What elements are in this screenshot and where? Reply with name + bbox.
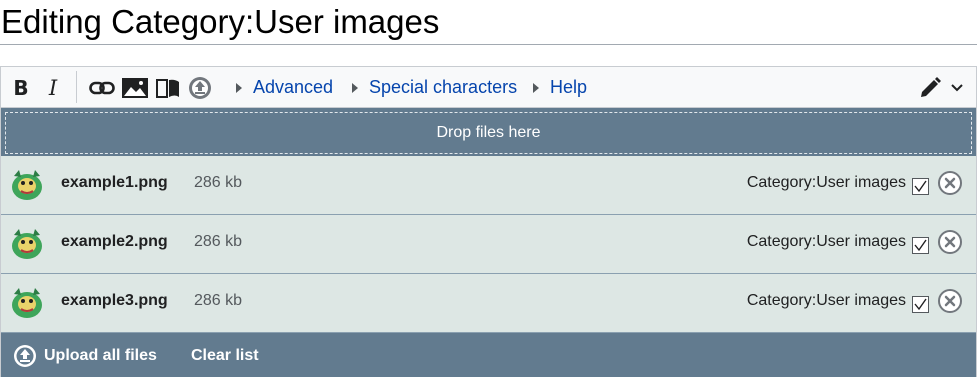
file-size: 286 kb bbox=[194, 174, 243, 191]
file-row: example3.png 286 kb Category:User images bbox=[1, 274, 976, 333]
category-checkbox[interactable] bbox=[912, 178, 929, 195]
upload-icon bbox=[14, 344, 36, 367]
file-size: 286 kb bbox=[194, 292, 243, 309]
file-row: example1.png 286 kb Category:User images bbox=[1, 156, 976, 215]
link-icon bbox=[89, 81, 115, 94]
upload-all-button[interactable]: Upload all files bbox=[13, 333, 157, 377]
file-thumbnail-icon bbox=[12, 170, 42, 200]
chevron-down-icon bbox=[951, 83, 963, 91]
drop-zone-label: Drop files here bbox=[5, 112, 972, 154]
checkmark-icon bbox=[914, 298, 927, 311]
editor-toolbar: B I Advanced Special characters Help bbox=[1, 67, 976, 108]
category-checkbox[interactable] bbox=[912, 237, 929, 254]
page-title: Editing Category:User images bbox=[0, 0, 977, 45]
remove-file-icon[interactable] bbox=[937, 229, 963, 255]
toolbar-divider bbox=[76, 71, 77, 103]
checkmark-icon bbox=[914, 180, 927, 193]
editing-mode-dropdown[interactable] bbox=[915, 67, 967, 108]
advanced-label: Advanced bbox=[253, 77, 334, 97]
image-button[interactable] bbox=[121, 67, 149, 108]
file-name: example1.png bbox=[61, 174, 168, 191]
upload-footer: Upload all files Clear list bbox=[1, 333, 976, 377]
pencil-icon bbox=[921, 76, 941, 97]
special-characters-toggle[interactable]: Special characters bbox=[352, 67, 517, 108]
help-label: Help bbox=[550, 77, 588, 97]
advanced-toggle[interactable]: Advanced bbox=[236, 67, 333, 108]
book-icon bbox=[156, 78, 179, 98]
file-category: Category:User images bbox=[746, 174, 906, 191]
remove-file-icon[interactable] bbox=[937, 288, 963, 314]
special-characters-label: Special characters bbox=[369, 77, 518, 97]
upload-all-label: Upload all files bbox=[44, 346, 157, 364]
help-toggle[interactable]: Help bbox=[533, 67, 587, 108]
bold-button[interactable]: B bbox=[9, 67, 33, 108]
expand-triangle-icon bbox=[236, 82, 242, 93]
book-button[interactable] bbox=[154, 67, 182, 108]
category-checkbox[interactable] bbox=[912, 296, 929, 313]
file-thumbnail-icon bbox=[12, 288, 42, 318]
expand-triangle-icon bbox=[533, 82, 539, 93]
drop-zone[interactable]: Drop files here bbox=[1, 108, 976, 156]
upload-icon bbox=[189, 76, 211, 99]
file-thumbnail-icon bbox=[12, 229, 42, 259]
image-icon bbox=[122, 77, 148, 98]
italic-button[interactable]: I bbox=[41, 67, 65, 108]
file-name: example3.png bbox=[61, 292, 168, 309]
file-row: example2.png 286 kb Category:User images bbox=[1, 215, 976, 274]
file-size: 286 kb bbox=[194, 233, 243, 250]
upload-button[interactable] bbox=[186, 67, 214, 108]
checkmark-icon bbox=[914, 239, 927, 252]
remove-file-icon[interactable] bbox=[937, 170, 963, 196]
file-name: example2.png bbox=[61, 233, 168, 250]
clear-list-button[interactable]: Clear list bbox=[191, 333, 259, 377]
upload-editor: B I Advanced Special characters Help Dro… bbox=[0, 66, 977, 377]
link-button[interactable] bbox=[87, 67, 117, 108]
file-category: Category:User images bbox=[746, 233, 906, 250]
expand-triangle-icon bbox=[352, 82, 358, 93]
file-category: Category:User images bbox=[746, 292, 906, 309]
